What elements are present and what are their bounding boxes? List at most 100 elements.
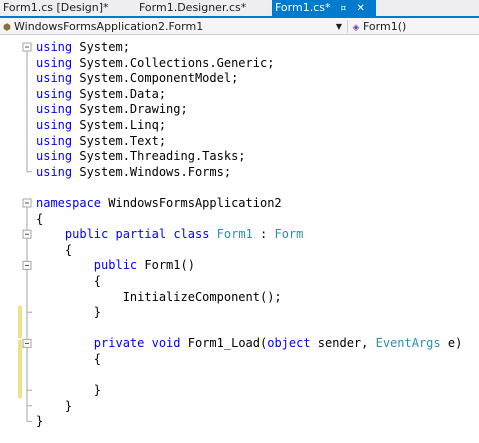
code-text: } — [36, 414, 44, 429]
document-tab-strip: Form1.cs [Design]* Form1.Designer.cs* Fo… — [0, 0, 479, 16]
class-selector-value: WindowsFormsApplication2.Form1 — [14, 20, 204, 33]
code-text: { — [36, 211, 44, 226]
code-line: } — [36, 413, 43, 429]
code-keyword: using — [36, 118, 73, 132]
code-text: e) — [440, 336, 463, 351]
tab-label: Form1.cs [Design] — [3, 1, 104, 14]
code-keyword: private — [93, 336, 145, 351]
code-text: } — [36, 398, 73, 413]
code-keyword: public — [93, 258, 138, 273]
member-selector-value: Form1() — [363, 20, 407, 33]
code-line: using System.Data; — [36, 86, 166, 102]
indicator-margin — [0, 35, 20, 443]
code-line: using System.Drawing; — [36, 101, 188, 117]
code-text: { — [36, 352, 102, 366]
code-keyword: using — [36, 164, 73, 179]
code-line: using System.Windows.Forms; — [36, 164, 231, 180]
code-keyword: void — [151, 336, 181, 351]
code-type-name: Form1 — [216, 227, 253, 242]
change-marker — [18, 306, 22, 338]
code-line: using System.Linq; — [36, 117, 166, 133]
code-line: } — [36, 304, 101, 320]
code-line: { — [36, 351, 101, 367]
code-line: { — [36, 211, 43, 227]
code-keyword: using — [36, 71, 73, 86]
pin-icon[interactable]: ⯏ — [340, 1, 347, 17]
code-line: public partial class Form1 : Form — [36, 226, 303, 242]
code-text: : — [252, 227, 275, 242]
code-keyword: using — [36, 133, 73, 148]
code-line: using System.Collections.Generic; — [36, 55, 274, 71]
code-text: System.Collections.Generic; — [72, 55, 275, 70]
code-line: using System.ComponentModel; — [36, 70, 238, 86]
tab-form1-designer[interactable]: Form1.Designer.cs* — [136, 0, 270, 16]
method-icon: ◈ — [352, 23, 360, 33]
collapse-toggle-icon[interactable] — [22, 42, 32, 52]
collapse-toggle-icon[interactable] — [22, 229, 32, 239]
code-line: { — [36, 273, 101, 289]
collapse-toggle-icon[interactable] — [22, 338, 32, 348]
code-text: Form1() — [137, 258, 195, 273]
code-type-name: Form — [274, 227, 304, 242]
collapse-toggle-icon[interactable] — [22, 198, 32, 208]
code-text: System.Linq; — [72, 118, 167, 132]
outlining-margin — [22, 42, 32, 422]
code-line: } — [36, 382, 101, 398]
navigation-bar: ⬢ WindowsFormsApplication2.Form1 ▼ ◈ Form1… — [0, 18, 479, 35]
code-text: sender, — [310, 336, 376, 351]
change-marker — [18, 340, 22, 398]
code-line: namespace WindowsFormsApplication2 — [36, 195, 282, 211]
dropdown-arrow-icon[interactable]: ▼ — [336, 19, 342, 34]
tab-label: Form1.cs — [275, 1, 325, 14]
code-line: InitializeComponent(); — [36, 289, 282, 305]
code-text: System.Windows.Forms; — [72, 164, 232, 179]
tab-form1-design[interactable]: Form1.cs [Design]* — [0, 0, 134, 16]
code-text: Form1_Load( — [180, 336, 268, 351]
code-text: System; — [72, 40, 130, 54]
code-line: using System.Text; — [36, 133, 166, 149]
tab-modified-marker: * — [240, 1, 247, 14]
class-icon: ⬢ — [3, 23, 11, 33]
code-text: System.Threading.Tasks; — [72, 149, 246, 164]
code-line: { — [36, 242, 72, 258]
code-text: InitializeComponent(); — [36, 289, 282, 304]
code-line: using System.Threading.Tasks; — [36, 148, 246, 164]
tab-label: Form1.Designer.cs — [139, 1, 241, 14]
code-line: using System; — [36, 39, 130, 55]
code-keyword: using — [36, 86, 73, 101]
code-text: { — [36, 242, 73, 257]
code-keyword: partial — [115, 227, 167, 242]
code-line: } — [36, 398, 72, 414]
code-text: System.Drawing; — [72, 102, 188, 117]
code-text: { — [36, 274, 102, 288]
code-type-name: EventArgs — [375, 336, 441, 351]
code-text: System.Data; — [72, 86, 167, 101]
code-text: System.Text; — [72, 133, 167, 148]
code-keyword: using — [36, 102, 73, 117]
code-keyword: public — [64, 227, 109, 242]
code-line: private void Form1_Load(object sender, E… — [36, 335, 463, 351]
code-text: } — [36, 305, 102, 320]
code-line: public Form1() — [36, 257, 195, 273]
code-keyword: using — [36, 40, 73, 54]
code-text: WindowsFormsApplication2 — [101, 196, 282, 210]
code-keyword: using — [36, 149, 73, 164]
tab-form1-cs[interactable]: Form1.cs* ⯏ ✕ — [272, 0, 376, 16]
code-keyword: using — [36, 55, 73, 70]
collapse-toggle-icon[interactable] — [22, 260, 32, 270]
code-text: } — [36, 383, 102, 398]
class-selector-dropdown[interactable]: ⬢ WindowsFormsApplication2.Form1 ▼ — [0, 19, 346, 34]
navbar-divider — [347, 20, 348, 33]
tab-modified-marker: * — [103, 1, 109, 14]
code-text: System.ComponentModel; — [72, 71, 239, 86]
member-selector-dropdown[interactable]: ◈ Form1() — [349, 19, 479, 34]
code-keyword: class — [173, 227, 210, 242]
close-icon[interactable]: ✕ — [357, 1, 365, 17]
tab-modified-marker: * — [324, 1, 331, 14]
